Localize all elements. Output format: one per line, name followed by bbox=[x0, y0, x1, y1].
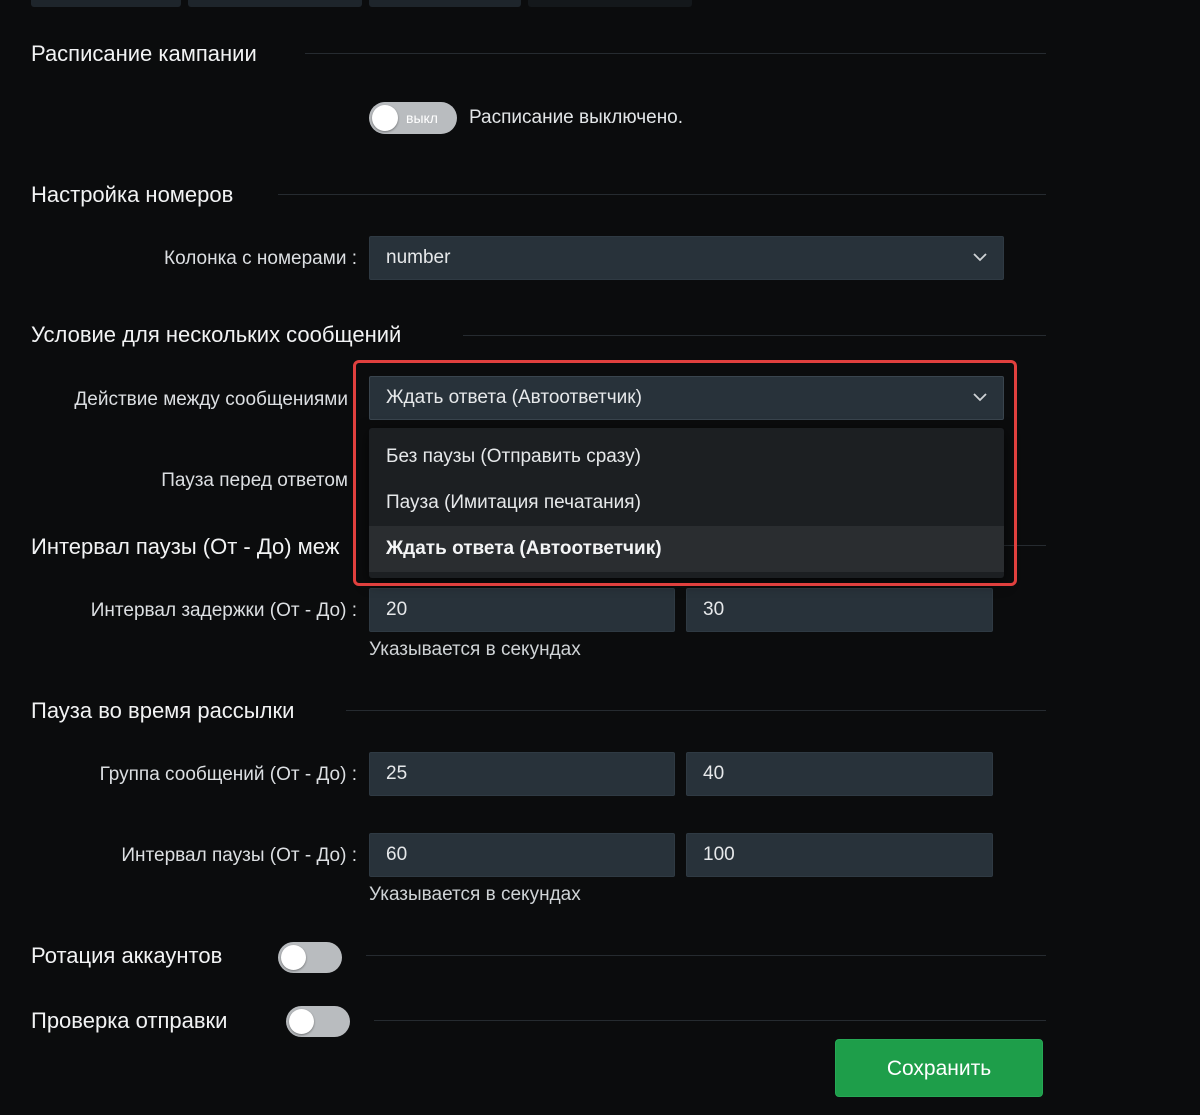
message-group-label: Группа сообщений (От - До) : bbox=[99, 764, 357, 785]
section-divider bbox=[278, 194, 1046, 195]
menu-option-no-pause[interactable]: Без паузы (Отправить сразу) bbox=[369, 434, 1004, 480]
send-check-toggle[interactable] bbox=[286, 1006, 350, 1037]
toggle-knob bbox=[281, 945, 306, 970]
section-title-check-sending: Проверка отправки bbox=[31, 1008, 228, 1033]
action-between-messages-label: Действие между сообщениями bbox=[74, 389, 348, 410]
toggle-state-label: выкл bbox=[406, 110, 438, 126]
save-button[interactable]: Сохранить bbox=[835, 1039, 1043, 1097]
action-between-messages-select[interactable]: Ждать ответа (Автоответчик) bbox=[369, 376, 1004, 420]
action-select-value: Ждать ответа (Автоответчик) bbox=[386, 387, 642, 408]
section-title-numbers: Настройка номеров bbox=[31, 182, 234, 207]
section-divider bbox=[366, 955, 1046, 956]
schedule-status-text: Расписание выключено. bbox=[469, 107, 684, 128]
schedule-toggle[interactable]: выкл bbox=[369, 102, 457, 134]
toggle-knob bbox=[372, 105, 398, 131]
account-rotation-toggle[interactable] bbox=[278, 942, 342, 973]
section-title-multi-messages: Условие для нескольких сообщений bbox=[31, 322, 402, 347]
delay-to-input[interactable]: 30 bbox=[686, 588, 993, 632]
number-column-label: Колонка с номерами : bbox=[164, 248, 357, 269]
toggle-knob bbox=[289, 1009, 314, 1034]
section-divider bbox=[374, 1020, 1046, 1021]
delay-hint: Указывается в секундах bbox=[369, 639, 581, 660]
number-column-select[interactable]: number bbox=[369, 236, 1004, 280]
action-dropdown-menu: Без паузы (Отправить сразу) Пауза (Имита… bbox=[369, 428, 1004, 578]
menu-option-wait-reply[interactable]: Ждать ответа (Автоответчик) bbox=[369, 526, 1004, 572]
chevron-down-icon bbox=[973, 253, 987, 262]
top-tab-3[interactable] bbox=[369, 0, 521, 7]
message-group-to-input[interactable]: 40 bbox=[686, 752, 993, 796]
pause-interval-label: Интервал паузы (От - До) : bbox=[121, 845, 357, 866]
number-column-value: number bbox=[386, 247, 451, 268]
section-title-rotation: Ротация аккаунтов bbox=[31, 943, 223, 968]
section-divider bbox=[463, 335, 1046, 336]
chevron-down-icon bbox=[973, 393, 987, 402]
top-tab-2[interactable] bbox=[188, 0, 362, 7]
pause-interval-from-input[interactable]: 60 bbox=[369, 833, 675, 877]
section-divider bbox=[305, 53, 1046, 54]
delay-interval-label: Интервал задержки (От - До) : bbox=[90, 600, 357, 621]
section-divider bbox=[346, 710, 1046, 711]
delay-from-input[interactable]: 20 bbox=[369, 588, 675, 632]
pause-interval-hint: Указывается в секундах bbox=[369, 884, 581, 905]
section-title-interval: Интервал паузы (От - До) меж bbox=[31, 534, 340, 559]
section-divider bbox=[1004, 545, 1046, 546]
section-title-schedule: Расписание кампании bbox=[31, 41, 257, 66]
top-tab-4[interactable] bbox=[528, 0, 692, 7]
top-tab-1[interactable] bbox=[31, 0, 181, 7]
pause-before-reply-label: Пауза перед ответом bbox=[161, 470, 348, 491]
menu-option-typing-pause[interactable]: Пауза (Имитация печатания) bbox=[369, 480, 1004, 526]
pause-interval-to-input[interactable]: 100 bbox=[686, 833, 993, 877]
section-title-mailing-pause: Пауза во время рассылки bbox=[31, 698, 295, 723]
message-group-from-input[interactable]: 25 bbox=[369, 752, 675, 796]
